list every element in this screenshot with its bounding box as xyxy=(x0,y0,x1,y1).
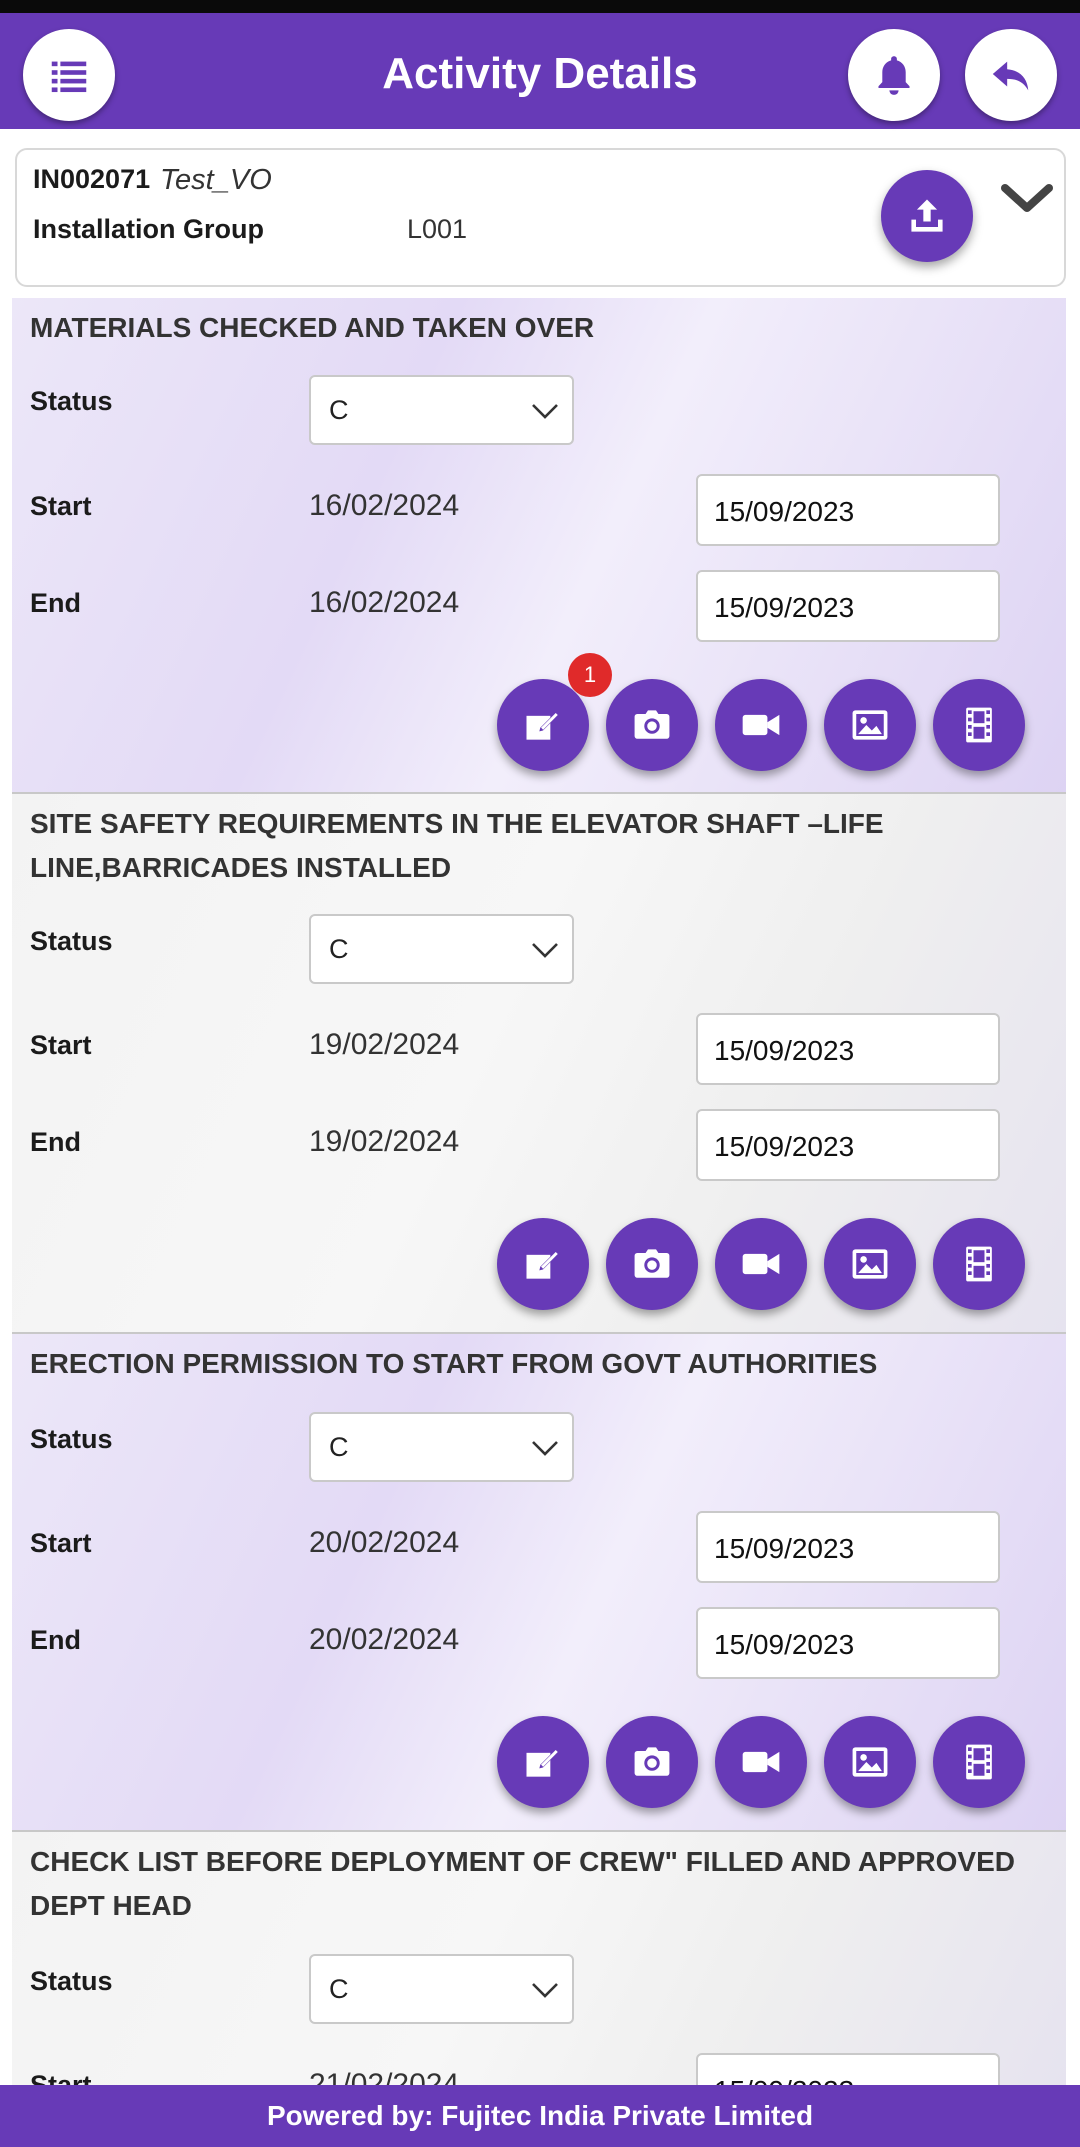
planned-start-date: 19/02/2024 xyxy=(309,1028,460,1061)
status-bar xyxy=(0,0,1080,13)
actual-end-input[interactable]: 15/09/2023 xyxy=(696,570,1000,642)
actual-end-input[interactable]: 15/09/2023 xyxy=(696,1109,1000,1181)
chevron-down-icon[interactable] xyxy=(999,178,1055,218)
status-select[interactable]: C xyxy=(309,914,574,984)
actual-start-input[interactable]: 15/09/2023 xyxy=(696,1013,1000,1085)
edit-notes-button[interactable] xyxy=(497,1716,589,1808)
end-label: End xyxy=(30,1127,81,1157)
gallery-button[interactable] xyxy=(824,1218,916,1310)
planned-start-date: 16/02/2024 xyxy=(309,489,460,522)
activity-title: ERECTION PERMISSION TO START FROM GOVT A… xyxy=(30,1348,878,1379)
planned-start-date: 21/02/2024 xyxy=(309,2068,460,2085)
actual-start-value: 15/09/2023 xyxy=(714,1533,855,1564)
chevron-down-icon xyxy=(532,1983,558,1998)
activity-card: ERECTION PERMISSION TO START FROM GOVT A… xyxy=(12,1334,1066,1832)
film-button[interactable] xyxy=(933,1716,1025,1808)
actual-end-value: 15/09/2023 xyxy=(714,1629,855,1660)
image-icon xyxy=(852,710,888,740)
end-label: End xyxy=(30,588,81,618)
status-value: C xyxy=(329,1432,349,1462)
film-button[interactable] xyxy=(933,679,1025,771)
reply-icon xyxy=(992,61,1029,91)
footer-text: Powered by: Fujitec India Private Limite… xyxy=(266,2100,814,2131)
actual-start-input[interactable]: 15/09/2023 xyxy=(696,474,1000,546)
start-label: Start xyxy=(30,1030,92,1060)
upload-icon xyxy=(911,199,943,232)
video-button[interactable] xyxy=(715,1218,807,1310)
actual-start-value: 15/09/2023 xyxy=(714,1035,855,1066)
chevron-down-icon xyxy=(532,404,558,419)
planned-end-date: 19/02/2024 xyxy=(309,1125,460,1158)
video-icon xyxy=(742,1751,780,1773)
status-label: Status xyxy=(30,1424,113,1454)
activity-card: MATERIALS CHECKED AND TAKEN OVER Status … xyxy=(12,298,1066,794)
installation-group-label: Installation Group xyxy=(33,214,265,244)
camera-icon xyxy=(634,710,670,739)
video-icon xyxy=(742,1253,780,1275)
installation-id: IN002071 xyxy=(33,164,151,194)
notes-count-badge: 1 xyxy=(568,653,612,697)
start-label: Start xyxy=(30,1528,92,1558)
gallery-button[interactable] xyxy=(824,1716,916,1808)
actual-start-input[interactable]: 15/09/2023 xyxy=(696,1511,1000,1583)
actual-start-value: 15/09/2023 xyxy=(714,2075,854,2085)
status-label: Status xyxy=(30,1966,113,1996)
actual-end-value: 15/09/2023 xyxy=(714,592,855,623)
app-bar: Activity Details xyxy=(0,13,1080,129)
edit-icon xyxy=(526,1250,560,1279)
bell-icon xyxy=(878,56,910,95)
status-label: Status xyxy=(30,926,113,956)
video-button[interactable] xyxy=(715,679,807,771)
status-label: Status xyxy=(30,386,113,416)
installation-info-card: IN002071 Test_VO Installation Group L001 xyxy=(15,148,1066,287)
film-button[interactable] xyxy=(933,1218,1025,1310)
project-name: Test_VO xyxy=(160,164,272,196)
gallery-button[interactable] xyxy=(824,679,916,771)
actual-end-value: 15/09/2023 xyxy=(714,1131,855,1162)
film-icon xyxy=(966,1246,992,1282)
edit-notes-button[interactable] xyxy=(497,679,589,771)
image-icon xyxy=(852,1747,888,1777)
installation-group-value: L001 xyxy=(407,214,468,244)
notifications-button[interactable] xyxy=(848,29,940,121)
film-icon xyxy=(966,1744,992,1780)
status-select[interactable]: C xyxy=(309,1412,574,1482)
status-select[interactable]: C xyxy=(309,1954,574,2024)
camera-button[interactable] xyxy=(606,1716,698,1808)
chevron-down-icon xyxy=(532,943,558,958)
status-value: C xyxy=(329,934,349,964)
upload-button[interactable] xyxy=(881,170,973,262)
status-value: C xyxy=(329,1974,349,2004)
activity-card: SITE SAFETY REQUIREMENTS IN THE ELEVATOR… xyxy=(12,794,1066,1334)
edit-icon xyxy=(526,1748,560,1777)
start-label: Start xyxy=(30,491,92,521)
video-icon xyxy=(742,714,780,736)
edit-notes-button[interactable] xyxy=(497,1218,589,1310)
camera-button[interactable] xyxy=(606,1218,698,1310)
back-button[interactable] xyxy=(965,29,1057,121)
edit-icon xyxy=(526,711,560,740)
planned-end-date: 20/02/2024 xyxy=(309,1623,460,1656)
actual-start-input[interactable]: 15/09/2023 xyxy=(696,2053,1000,2085)
activity-title: CHECK LIST BEFORE DEPLOYMENT OF CREW" FI… xyxy=(30,1846,1016,1921)
camera-icon xyxy=(634,1747,670,1776)
camera-button[interactable] xyxy=(606,679,698,771)
end-label: End xyxy=(30,1625,81,1655)
activity-card: CHECK LIST BEFORE DEPLOYMENT OF CREW" FI… xyxy=(12,1832,1066,2085)
planned-end-date: 16/02/2024 xyxy=(309,586,460,619)
film-icon xyxy=(966,707,992,743)
activity-title: MATERIALS CHECKED AND TAKEN OVER xyxy=(30,312,595,343)
planned-start-date: 20/02/2024 xyxy=(309,1526,460,1559)
actual-start-value: 15/09/2023 xyxy=(714,496,855,527)
status-select[interactable]: C xyxy=(309,375,574,445)
actual-end-input[interactable]: 15/09/2023 xyxy=(696,1607,1000,1679)
image-icon xyxy=(852,1249,888,1279)
status-value: C xyxy=(329,395,349,425)
footer: Powered by: Fujitec India Private Limite… xyxy=(0,2085,1080,2147)
camera-icon xyxy=(634,1249,670,1278)
video-button[interactable] xyxy=(715,1716,807,1808)
start-label: Start xyxy=(30,2070,92,2085)
activity-title: SITE SAFETY REQUIREMENTS IN THE ELEVATOR… xyxy=(30,808,884,883)
chevron-down-icon xyxy=(532,1441,558,1456)
